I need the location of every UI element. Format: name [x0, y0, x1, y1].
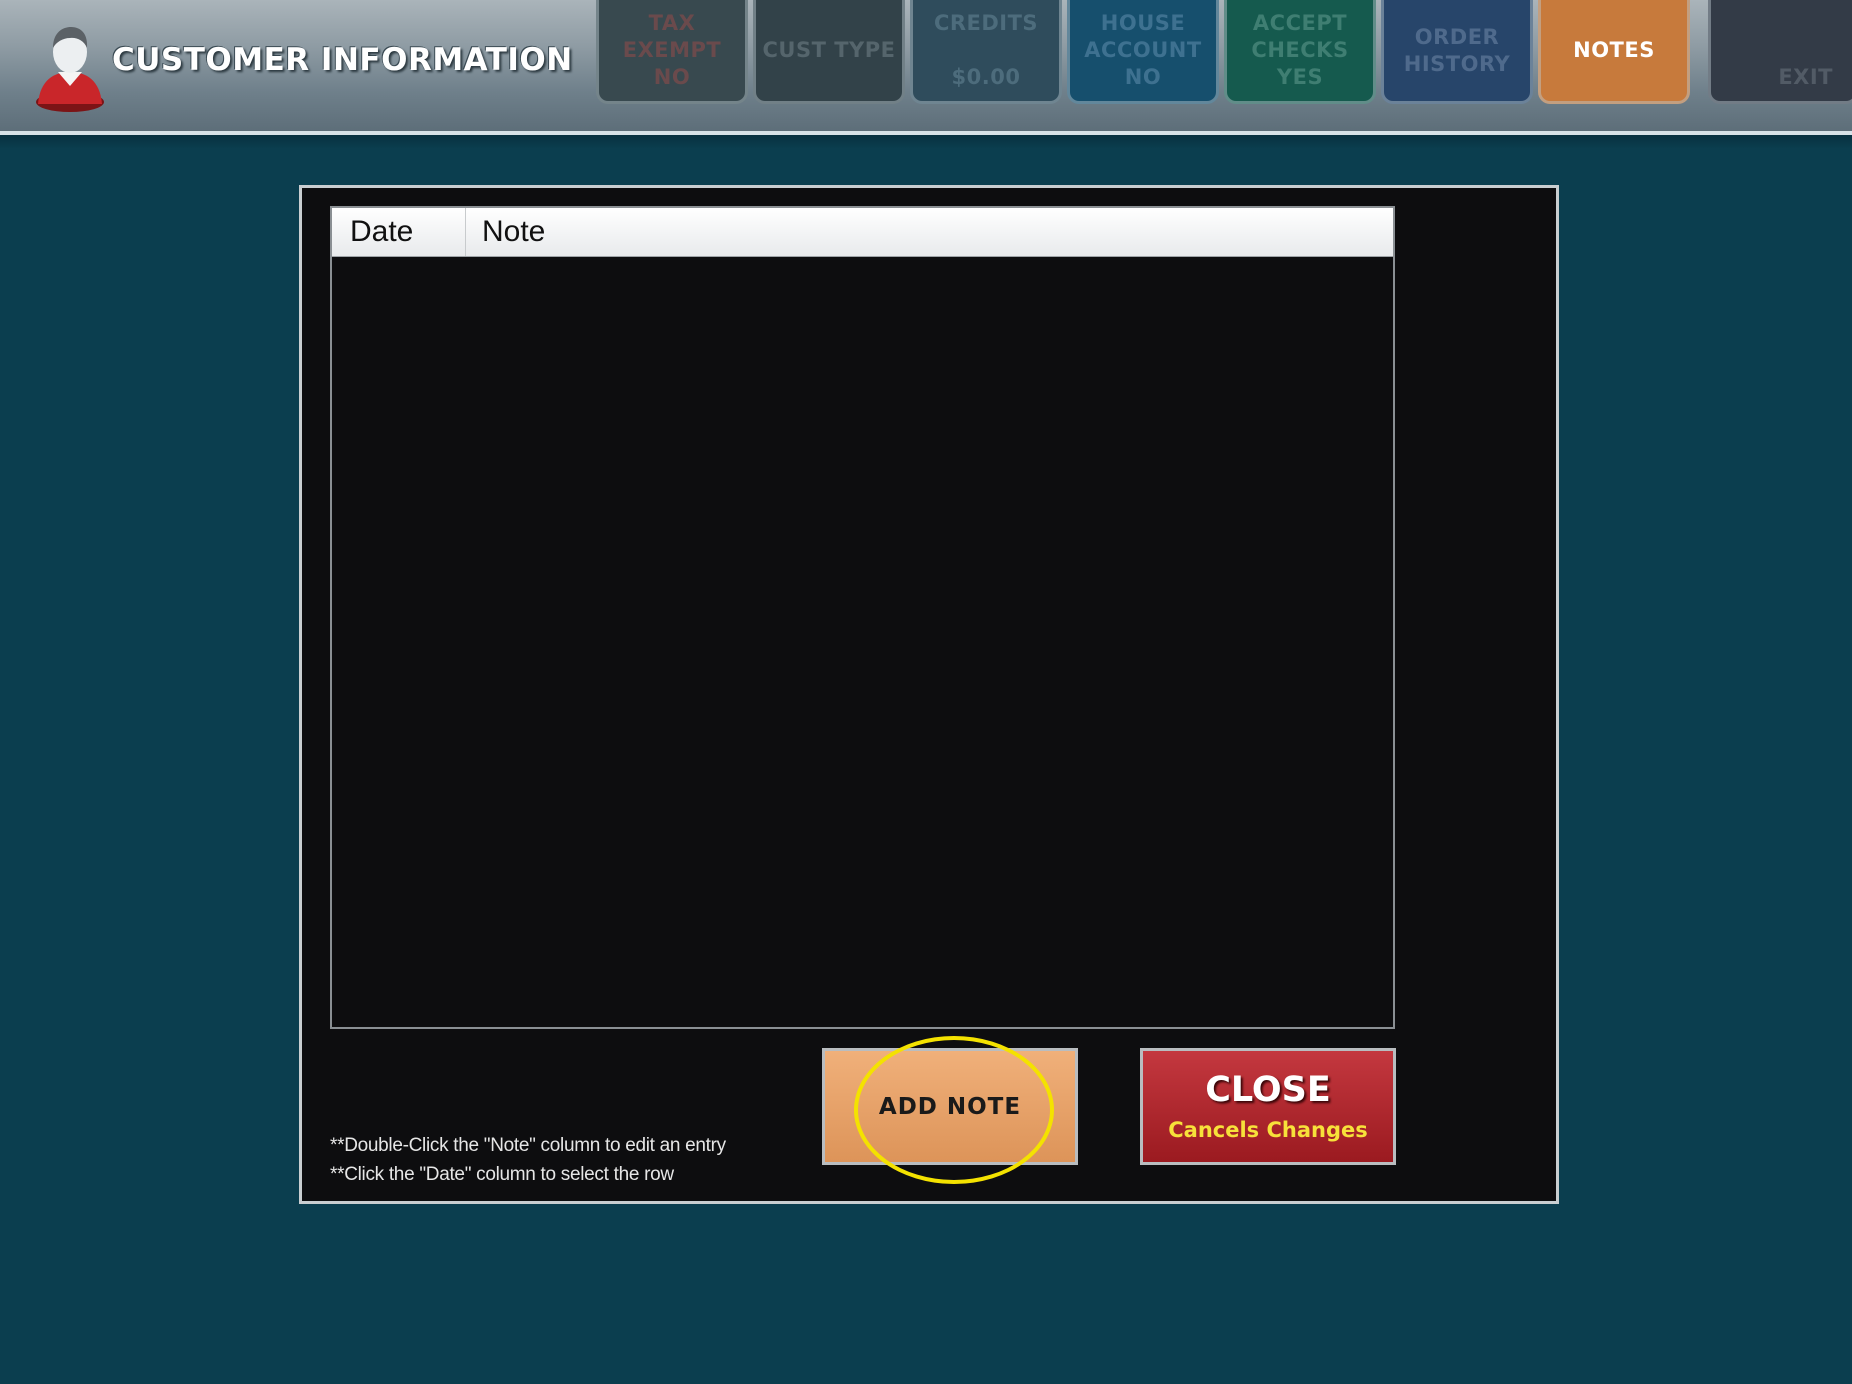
tab-house-account[interactable]: HOUSE ACCOUNT NO [1067, 0, 1219, 104]
tab-house-account-label-2: ACCOUNT [1084, 38, 1202, 62]
tab-order-history-label-1: ORDER [1414, 24, 1500, 49]
page-title: CUSTOMER INFORMATION [112, 42, 573, 78]
column-header-note[interactable]: Note [482, 208, 545, 256]
hint-edit-entry: **Double-Click the "Note" column to edit… [330, 1135, 726, 1156]
tab-credits[interactable]: CREDITS $0.00 [910, 0, 1062, 104]
tab-notes[interactable]: NOTES [1538, 0, 1690, 104]
header-shadow [0, 135, 1852, 149]
close-button[interactable]: CLOSE Cancels Changes [1140, 1048, 1396, 1165]
tab-tax-exempt-label-2: EXEMPT [622, 38, 722, 62]
notes-grid[interactable]: Date Note [330, 206, 1395, 1029]
tab-credits-spacer [982, 37, 990, 64]
hint-select-row: **Click the "Date" column to select the … [330, 1164, 674, 1185]
add-note-label: ADD NOTE [878, 1093, 1022, 1120]
close-button-subtitle: Cancels Changes [1168, 1117, 1368, 1142]
header-bar: CUSTOMER INFORMATION TAX EXEMPT NO CUST … [0, 0, 1852, 131]
exit-button[interactable]: EXIT [1708, 0, 1852, 104]
exit-label: EXIT [1778, 65, 1833, 89]
tab-accept-checks-value: YES [1276, 65, 1324, 89]
tab-tax-exempt-value: NO [653, 65, 691, 89]
tab-credits-label: CREDITS [933, 11, 1039, 35]
tab-notes-label: NOTES [1573, 38, 1655, 62]
tab-accept-checks[interactable]: ACCEPT CHECKS YES [1224, 0, 1376, 104]
notes-panel: Date Note ADD NOTE CLOSE Cancels Changes… [299, 185, 1559, 1204]
close-button-title: CLOSE [1205, 1069, 1331, 1110]
tab-order-history-label-2: HISTORY [1403, 51, 1511, 76]
tab-cust-type-label: CUST TYPE [762, 38, 896, 62]
column-header-date[interactable]: Date [332, 208, 466, 256]
notes-grid-header: Date Note [332, 208, 1393, 257]
tab-house-account-value: NO [1124, 65, 1162, 89]
tab-accept-checks-label-2: CHECKS [1251, 38, 1349, 62]
tab-order-history[interactable]: ORDER HISTORY [1381, 0, 1533, 104]
tab-house-account-label-1: HOUSE [1100, 11, 1186, 35]
tab-tax-exempt[interactable]: TAX EXEMPT NO [596, 0, 748, 104]
tab-credits-value: $0.00 [951, 65, 1021, 89]
add-note-button[interactable]: ADD NOTE [822, 1048, 1078, 1165]
tab-accept-checks-label-1: ACCEPT [1252, 11, 1348, 35]
customer-avatar-icon [36, 27, 104, 112]
tab-cust-type[interactable]: CUST TYPE [753, 0, 905, 104]
tab-tax-exempt-label-1: TAX [648, 11, 696, 35]
